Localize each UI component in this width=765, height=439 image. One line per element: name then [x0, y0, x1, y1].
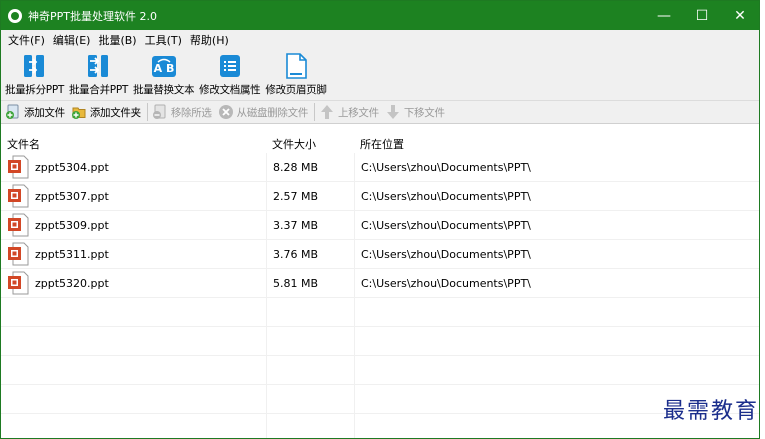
- file-name: zppt5304.ppt: [35, 160, 109, 174]
- empty-row: [1, 298, 759, 327]
- menu-file[interactable]: 文件(F): [4, 32, 49, 48]
- title-bar[interactable]: 神奇PPT批量处理软件 2.0 — ☐ ✕: [1, 1, 759, 30]
- menu-bar: 文件(F) 编辑(E) 批量(B) 工具(T) 帮助(H): [1, 30, 759, 50]
- add-file-button[interactable]: 添加文件: [5, 104, 65, 120]
- file-size: 8.28 MB: [266, 153, 354, 181]
- header-footer-button[interactable]: 修改页眉页脚: [263, 53, 328, 97]
- table-row[interactable]: zppt5309.ppt 3.37 MB C:\Users\zhou\Docum…: [1, 211, 759, 240]
- table-row[interactable]: zppt5304.ppt 8.28 MB C:\Users\zhou\Docum…: [1, 153, 759, 182]
- split-ppt-label: 批量拆分PPT: [5, 84, 64, 96]
- arrow-down-icon: [385, 104, 401, 120]
- doc-properties-button[interactable]: 修改文档属性: [197, 53, 262, 97]
- ppt-file-icon: [7, 242, 29, 266]
- header-footer-label: 修改页眉页脚: [265, 84, 327, 96]
- move-up-label: 上移文件: [338, 106, 379, 119]
- toolbar-separator: [314, 103, 316, 121]
- ppt-file-icon: [7, 271, 29, 295]
- doc-properties-label: 修改文档属性: [199, 84, 261, 96]
- merge-ppt-label: 批量合并PPT: [68, 84, 128, 96]
- empty-row: [1, 356, 759, 385]
- replace-text-label: 批量替换文本: [132, 84, 195, 96]
- empty-row: [1, 385, 759, 414]
- menu-help[interactable]: 帮助(H): [186, 32, 233, 48]
- file-location: C:\Users\zhou\Documents\PPT\: [354, 269, 759, 297]
- column-header-size[interactable]: 文件大小: [266, 136, 354, 152]
- empty-row: [1, 414, 759, 438]
- split-icon: [21, 53, 47, 79]
- arrow-up-icon: [319, 104, 335, 120]
- ppt-file-icon: [7, 213, 29, 237]
- file-name: zppt5307.ppt: [35, 189, 109, 203]
- watermark-text: 最需教育: [662, 399, 759, 424]
- table-header: 文件名 文件大小 所在位置: [1, 135, 759, 153]
- replace-text-icon: A B: [151, 53, 177, 79]
- add-folder-icon: [71, 104, 87, 120]
- delete-from-disk-label: 从磁盘删除文件: [236, 106, 309, 119]
- window-controls: — ☐ ✕: [645, 1, 759, 30]
- remove-icon: [152, 104, 168, 120]
- ppt-file-icon: [7, 184, 29, 208]
- menu-tools[interactable]: 工具(T): [141, 32, 186, 48]
- split-ppt-button[interactable]: 批量拆分PPT: [3, 53, 66, 97]
- delete-icon: [218, 104, 234, 120]
- delete-from-disk-button[interactable]: 从磁盘删除文件: [218, 104, 308, 120]
- file-name: zppt5309.ppt: [35, 218, 109, 232]
- doc-properties-icon: [217, 53, 243, 79]
- column-header-location[interactable]: 所在位置: [354, 136, 759, 152]
- table-row[interactable]: zppt5320.ppt 5.81 MB C:\Users\zhou\Docum…: [1, 269, 759, 298]
- add-folder-label: 添加文件夹: [89, 106, 141, 119]
- file-location: C:\Users\zhou\Documents\PPT\: [354, 240, 759, 268]
- empty-row: [1, 327, 759, 356]
- file-action-bar: 添加文件 添加文件夹 移除所选 从磁盘删除文件 上移文件 下移文件: [1, 100, 759, 124]
- table-row[interactable]: zppt5307.ppt 2.57 MB C:\Users\zhou\Docum…: [1, 182, 759, 211]
- remove-selected-label: 移除所选: [170, 106, 212, 119]
- move-up-button[interactable]: 上移文件: [319, 104, 379, 120]
- file-list-table[interactable]: 文件名 文件大小 所在位置 zppt5304.ppt 8.28 MB C:\Us…: [1, 135, 759, 438]
- menu-batch[interactable]: 批量(B): [94, 32, 140, 48]
- app-window: 神奇PPT批量处理软件 2.0 — ☐ ✕ 文件(F) 编辑(E) 批量(B) …: [0, 0, 760, 439]
- file-name: zppt5311.ppt: [35, 247, 109, 261]
- svg-text:A B: A B: [153, 62, 174, 75]
- add-file-label: 添加文件: [24, 106, 65, 119]
- remove-selected-button[interactable]: 移除所选: [152, 104, 212, 120]
- column-header-filename[interactable]: 文件名: [1, 136, 266, 152]
- toolbar-separator: [146, 103, 148, 121]
- file-size: 3.37 MB: [266, 211, 354, 239]
- menu-edit[interactable]: 编辑(E): [49, 32, 95, 48]
- header-footer-icon: [283, 53, 309, 79]
- move-down-label: 下移文件: [403, 106, 445, 119]
- file-location: C:\Users\zhou\Documents\PPT\: [354, 182, 759, 210]
- add-file-icon: [5, 104, 21, 120]
- maximize-button[interactable]: ☐: [683, 1, 721, 30]
- file-location: C:\Users\zhou\Documents\PPT\: [354, 153, 759, 181]
- table-row[interactable]: zppt5311.ppt 3.76 MB C:\Users\zhou\Docum…: [1, 240, 759, 269]
- ppt-file-icon: [7, 155, 29, 179]
- close-button[interactable]: ✕: [721, 1, 759, 30]
- app-logo-icon: [8, 8, 22, 23]
- main-toolbar: 批量拆分PPT 批量合并PPT A B 批量替换文本 修改文档属性 修改页眉页脚: [1, 50, 759, 100]
- window-title: 神奇PPT批量处理软件 2.0: [28, 9, 157, 23]
- move-down-button[interactable]: 下移文件: [385, 104, 445, 120]
- file-name: zppt5320.ppt: [35, 276, 109, 290]
- merge-ppt-button[interactable]: 批量合并PPT: [67, 53, 130, 97]
- file-size: 5.81 MB: [266, 269, 354, 297]
- file-size: 2.57 MB: [266, 182, 354, 210]
- file-location: C:\Users\zhou\Documents\PPT\: [354, 211, 759, 239]
- replace-text-button[interactable]: A B 批量替换文本: [131, 53, 196, 97]
- add-folder-button[interactable]: 添加文件夹: [71, 104, 141, 120]
- minimize-button[interactable]: —: [645, 1, 683, 30]
- merge-icon: [85, 53, 111, 79]
- file-size: 3.76 MB: [266, 240, 354, 268]
